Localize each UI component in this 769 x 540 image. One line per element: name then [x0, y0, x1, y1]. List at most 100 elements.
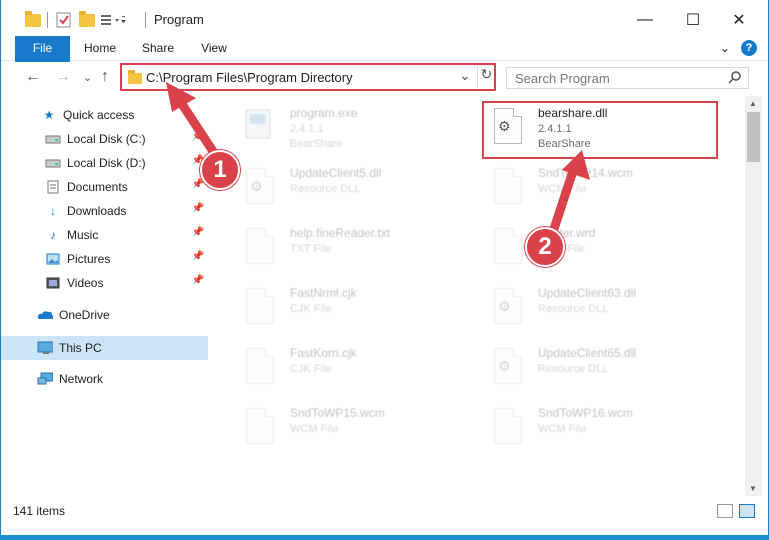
details-view-icon[interactable] [717, 504, 733, 518]
file-type: Resource DLL [538, 363, 609, 375]
quick-access-folder-icon[interactable] [25, 10, 41, 30]
title-bar: Program — ☐ ✕ [1, 0, 768, 38]
ribbon-tabs: File Home Share View ⌄ ? [1, 36, 768, 88]
vertical-scrollbar[interactable]: ▲ ▼ [745, 96, 762, 496]
sidebar-item-onedrive[interactable]: OneDrive [1, 304, 208, 326]
sidebar-item-music[interactable]: ♪ Music 📌 [1, 224, 208, 246]
file-name: SndToWP15.wcm [290, 406, 385, 420]
tab-share[interactable]: Share [135, 36, 181, 60]
pin-icon[interactable]: 📌 [192, 275, 204, 286]
pin-icon[interactable]: 📌 [192, 227, 204, 238]
file-name: UpdateClient63.dll [538, 286, 637, 300]
scroll-up-icon[interactable]: ▲ [749, 99, 757, 108]
sidebar-item-videos[interactable]: Videos 📌 [1, 272, 208, 294]
ribbon-expand-icon[interactable]: ⌄ [717, 36, 733, 60]
step-2-badge: 2 [525, 227, 565, 267]
file-item[interactable]: FastNrml.cjk CJK File [234, 280, 474, 332]
file-icon [242, 228, 278, 270]
sidebar-item-network[interactable]: Network [1, 368, 208, 390]
file-item[interactable]: ⚙ UpdateClient63.dll Resource DLL [482, 280, 722, 332]
scrollbar-thumb[interactable] [747, 112, 760, 162]
back-button[interactable]: ← [25, 68, 41, 86]
file-item[interactable]: ⚙ UpdateClient5.dll Resource DLL [234, 160, 474, 212]
address-dropdown-icon[interactable]: ⌄ [459, 67, 471, 84]
search-input[interactable]: Search Program [506, 67, 749, 89]
sidebar-item-documents[interactable]: Documents 📌 [1, 176, 208, 198]
maximize-button[interactable]: ☐ [673, 8, 713, 32]
title-separator [47, 12, 48, 28]
pin-icon[interactable]: 📌 [192, 203, 204, 214]
sidebar-item-label: Videos [67, 276, 104, 290]
file-item[interactable]: FastKorn.cjk CJK File [234, 340, 474, 392]
file-item[interactable]: SndToWP15.wcm WCM File [234, 400, 474, 452]
file-item[interactable]: program.exe 2.4.1.1 BearShare [234, 100, 474, 152]
sidebar-item-label: Local Disk (D:) [67, 156, 146, 170]
sidebar-item-label: OneDrive [59, 308, 110, 322]
file-type: TXT File [290, 243, 332, 255]
new-folder-icon[interactable] [79, 10, 95, 30]
minimize-button[interactable]: — [625, 8, 665, 32]
sidebar-item-local-disk-c[interactable]: Local Disk (C:) 📌 [1, 128, 208, 150]
recent-locations-button[interactable]: ⌄ [83, 71, 92, 84]
search-icon[interactable] [728, 70, 742, 87]
properties-icon[interactable] [56, 10, 72, 30]
pin-icon[interactable]: 📌 [192, 251, 204, 262]
file-type: Resource DLL [290, 183, 361, 195]
file-name: program.exe [290, 106, 358, 120]
file-name: SndToWP16.wcm [538, 406, 633, 420]
refresh-icon[interactable]: ↻ [477, 66, 495, 88]
file-icon [490, 228, 526, 270]
file-name: FastKorn.cjk [290, 346, 357, 360]
sidebar-item-this-pc[interactable]: This PC [1, 336, 208, 360]
sidebar-item-pictures[interactable]: Pictures 📌 [1, 248, 208, 270]
file-item[interactable]: SndToWP14.wcm WCM File [482, 160, 722, 212]
sidebar-item-label: This PC [59, 341, 102, 355]
network-icon [37, 372, 53, 386]
dll-icon: ⚙ [242, 168, 278, 210]
customize-toolbar-icon[interactable] [100, 10, 126, 30]
up-button[interactable]: ↑ [101, 68, 109, 86]
tab-home[interactable]: Home [77, 36, 123, 60]
dll-icon: ⚙ [490, 288, 526, 330]
sidebar-item-local-disk-d[interactable]: Local Disk (D:) 📌 [1, 152, 208, 174]
sidebar-item-label: Network [59, 372, 104, 386]
tiles-view-icon[interactable] [739, 504, 755, 518]
scroll-down-icon[interactable]: ▼ [749, 484, 757, 493]
navigation-pane: ★ Quick access Local Disk (C:) 📌 Local D… [1, 96, 211, 496]
highlight-box-bearshare-dll [482, 101, 718, 159]
search-placeholder: Search Program [515, 71, 610, 86]
file-type: WCM File [290, 423, 339, 435]
address-path[interactable]: C:\Program Files\Program Directory [146, 70, 353, 85]
item-count: 141 items [13, 504, 66, 518]
file-name: UpdateClient65.dll [538, 346, 637, 360]
file-item[interactable]: ⚙ UpdateClient65.dll Resource DLL [482, 340, 722, 392]
sidebar-item-label: Pictures [67, 252, 111, 266]
file-name: SndToWP14.wcm [538, 166, 633, 180]
address-bar[interactable]: C:\Program Files\Program Directory ⌄ ↻ [120, 63, 496, 91]
file-icon [490, 408, 526, 450]
window-title: Program [154, 12, 204, 27]
pictures-icon [45, 252, 61, 266]
close-button[interactable]: ✕ [719, 8, 759, 32]
file-item[interactable]: Printer.wrd WRD File [482, 220, 722, 272]
file-item[interactable]: SndToWP16.wcm WCM File [482, 400, 722, 452]
sidebar-item-downloads[interactable]: ↓ Downloads 📌 [1, 200, 208, 222]
pin-icon[interactable]: 📌 [192, 131, 204, 142]
help-icon[interactable]: ? [741, 40, 757, 56]
file-item[interactable]: help.fineReader.txt TXT File [234, 220, 474, 272]
file-type: Resource DLL [538, 303, 609, 315]
folder-icon [128, 70, 142, 84]
file-version: 2.4.1.1 [290, 123, 324, 135]
file-company: BearShare [290, 138, 343, 150]
exe-icon [242, 108, 278, 150]
forward-button[interactable]: → [55, 68, 71, 86]
sidebar-item-quick-access[interactable]: ★ Quick access [1, 104, 208, 126]
this-pc-icon [37, 341, 53, 355]
videos-icon [45, 276, 61, 290]
status-bar: 141 items [1, 500, 768, 522]
file-name: FastNrml.cjk [290, 286, 357, 300]
file-type: CJK File [290, 363, 332, 375]
sidebar-item-label: Quick access [63, 108, 135, 122]
tab-view[interactable]: View [191, 36, 237, 60]
file-icon [242, 348, 278, 390]
